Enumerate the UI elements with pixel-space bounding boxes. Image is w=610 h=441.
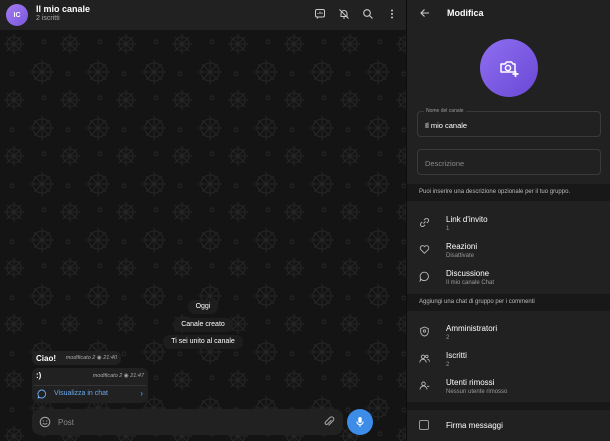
message-meta: modificato 2 ◉ 21:40 bbox=[65, 355, 117, 361]
chat-bubble-icon bbox=[419, 271, 429, 282]
search-icon[interactable] bbox=[362, 7, 374, 19]
post-input[interactable] bbox=[58, 415, 298, 429]
chat-header[interactable]: IC Il mio canale 2 iscritti bbox=[0, 0, 406, 30]
attach-paperclip-icon[interactable] bbox=[323, 416, 335, 428]
views-eye-icon: ◉ bbox=[96, 355, 102, 361]
discussion-hint: Aggiungi una chat di gruppo per i commen… bbox=[407, 294, 610, 311]
view-in-chat-link[interactable]: Visualizza in chat bbox=[54, 390, 108, 397]
microphone-button[interactable] bbox=[347, 409, 373, 435]
microphone-icon bbox=[356, 417, 364, 427]
message-text: Ciao! bbox=[36, 354, 56, 363]
users-icon bbox=[419, 354, 430, 363]
description-field bbox=[417, 149, 601, 175]
more-menu-icon[interactable] bbox=[386, 7, 398, 19]
chat-area: IC Il mio canale 2 iscritti Oggi Canale … bbox=[0, 0, 406, 441]
message-meta: modificato 2 ◉ 21:47 bbox=[92, 373, 144, 379]
stats-icon[interactable] bbox=[314, 7, 326, 19]
channel-title: Il mio canale bbox=[36, 4, 91, 14]
description-input[interactable] bbox=[425, 157, 595, 169]
settings-item-administrators[interactable]: Amministratori 2 bbox=[407, 320, 610, 346]
message-composer bbox=[32, 409, 343, 435]
section-divider bbox=[407, 402, 610, 410]
channel-subscribers: 2 iscritti bbox=[36, 15, 60, 22]
heart-icon bbox=[419, 245, 430, 254]
sign-messages-checkbox[interactable] bbox=[419, 420, 429, 430]
admin-shield-icon bbox=[420, 326, 429, 337]
sign-messages-toggle[interactable]: Firma messaggi bbox=[407, 414, 610, 440]
description-hint: Puoi inserire una descrizione opzionale … bbox=[407, 184, 610, 201]
message-bubble[interactable]: :) modificato 2 ◉ 21:47 Visualizza in ch… bbox=[32, 368, 148, 403]
emoji-icon[interactable] bbox=[39, 416, 51, 428]
settings-item-discussion[interactable]: Discussione Il mio canale Chat bbox=[407, 265, 610, 291]
channel-avatar[interactable]: IC bbox=[6, 4, 28, 26]
service-message-created: Canale creato bbox=[0, 318, 406, 332]
back-arrow-icon[interactable] bbox=[419, 7, 431, 19]
channel-name-input[interactable] bbox=[425, 119, 595, 131]
settings-item-reactions[interactable]: Reazioni Disattivate bbox=[407, 238, 610, 264]
panel-title: Modifica bbox=[447, 8, 484, 18]
channel-name-label: Nome del canale bbox=[424, 108, 466, 114]
channel-name-field: Nome del canale bbox=[417, 108, 601, 137]
date-separator: Oggi bbox=[0, 300, 406, 314]
set-channel-photo-button[interactable] bbox=[480, 39, 538, 97]
bubble-divider bbox=[34, 385, 146, 386]
message-bubble[interactable]: Ciao! modificato 2 ◉ 21:40 bbox=[32, 351, 121, 365]
settings-item-subscribers[interactable]: Iscritti 2 bbox=[407, 347, 610, 373]
panel-header: Modifica bbox=[407, 0, 610, 26]
edit-channel-panel: Modifica Nome del canale Puoi inserire u… bbox=[406, 0, 610, 441]
comment-bubble-icon bbox=[37, 389, 47, 399]
service-message-joined: Ti sei unito al canale bbox=[0, 335, 406, 349]
chevron-right-icon: › bbox=[140, 389, 143, 398]
removed-user-icon bbox=[419, 381, 430, 390]
settings-item-invite-link[interactable]: Link d'invito 1 bbox=[407, 211, 610, 237]
add-photo-camera-icon bbox=[500, 61, 519, 77]
message-text: :) bbox=[36, 371, 42, 380]
header-actions bbox=[314, 7, 398, 19]
link-icon bbox=[420, 218, 429, 227]
settings-item-removed-users[interactable]: Utenti rimossi Nessun utente rimosso bbox=[407, 374, 610, 400]
mute-bell-icon[interactable] bbox=[338, 7, 350, 19]
views-eye-icon: ◉ bbox=[123, 373, 129, 379]
